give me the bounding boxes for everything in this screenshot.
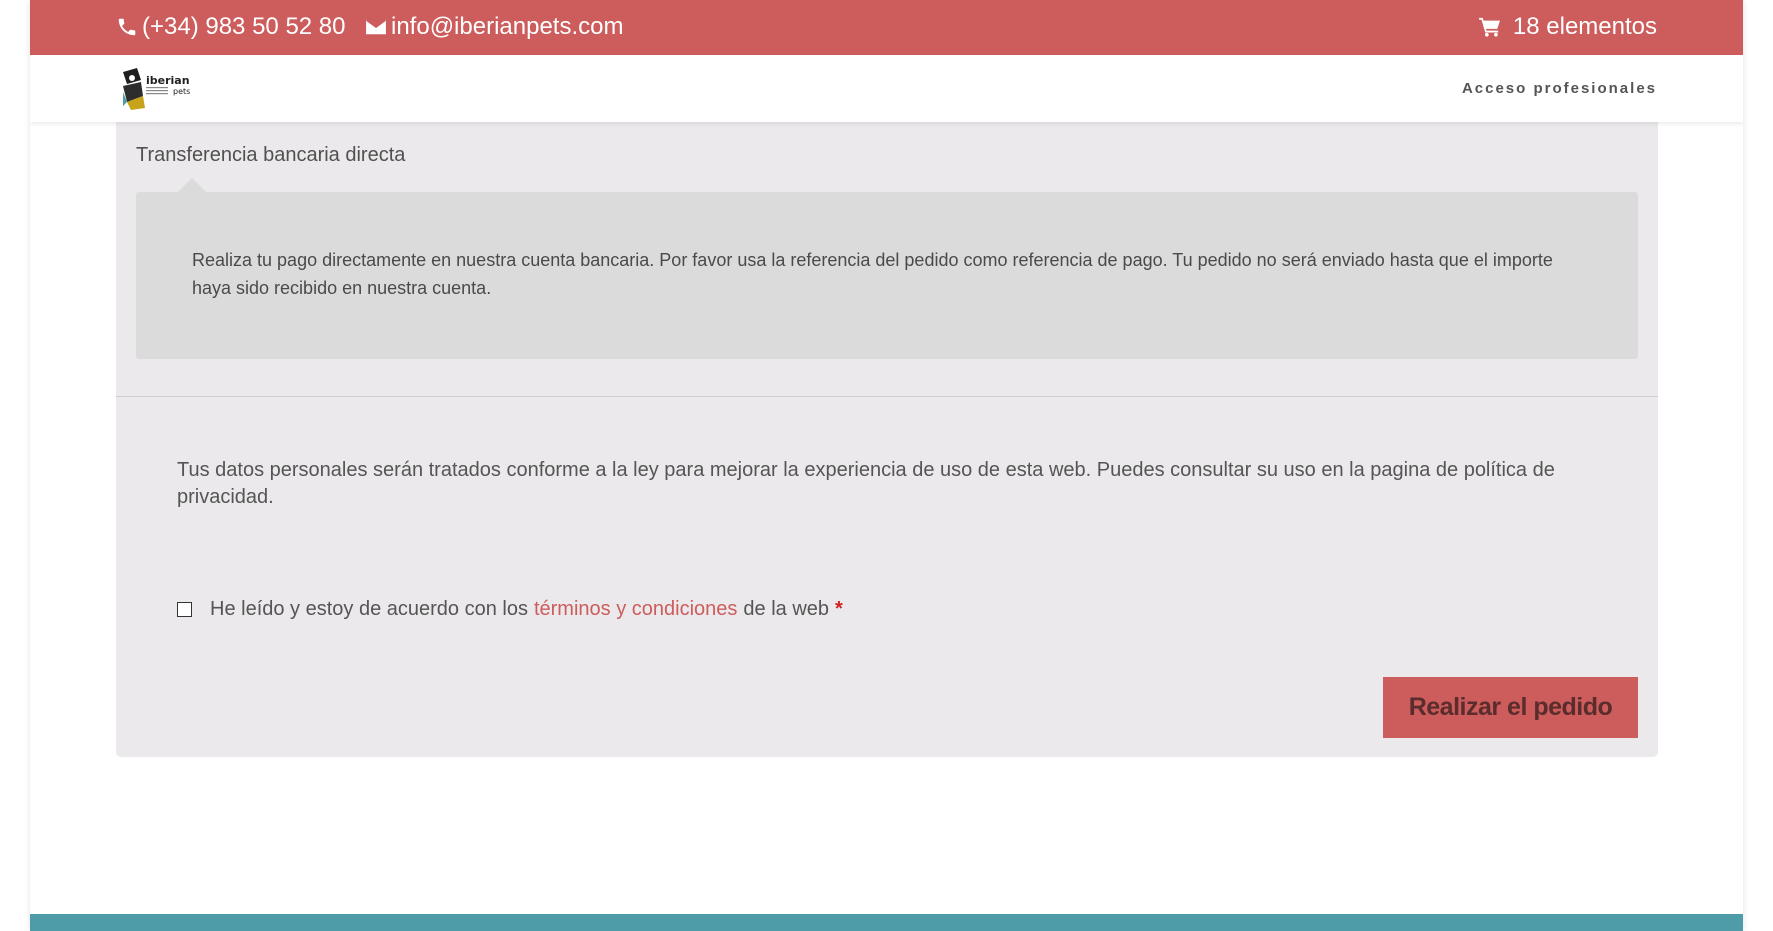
phone-contact[interactable]: (+34) 983 50 52 80 [116,13,346,41]
logo-text: iberian [146,74,190,87]
phone-number: (+34) 983 50 52 80 [142,13,346,40]
required-marker: * [835,598,843,620]
terms-checkbox[interactable] [177,602,192,617]
divider [116,396,1658,397]
cart-link[interactable]: 18 elementos [1478,13,1657,41]
email-contact[interactable]: info@iberianpets.com [365,13,623,41]
email-address: info@iberianpets.com [391,13,624,40]
payment-method-label[interactable]: Transferencia bancaria directa [136,144,405,167]
checkout-payment-panel: Transferencia bancaria directa Realiza t… [116,110,1658,757]
cart-count: 18 elementos [1512,13,1657,40]
cart-icon [1478,17,1513,37]
terms-row: He leído y estoy de acuerdo con los térm… [177,598,843,621]
footer-strip [30,914,1743,931]
terms-suffix: de la web [743,598,830,620]
page-frame: (+34) 983 50 52 80 info@iberianpets.com … [30,0,1743,931]
terms-prefix: He leído y estoy de acuerdo con los [210,598,528,620]
terms-link[interactable]: términos y condiciones [534,598,737,621]
payment-description-box: Realiza tu pago directamente en nuestra … [136,178,1638,359]
logo-subtext: pets [173,87,190,96]
phone-icon [116,16,142,38]
place-order-button[interactable]: Realizar el pedido [1383,677,1638,738]
top-bar: (+34) 983 50 52 80 info@iberianpets.com … [30,0,1743,55]
iberianpets-logo[interactable]: iberian pets [121,66,193,110]
nav-professional-access[interactable]: Acceso profesionales [1462,80,1657,97]
site-header: iberian pets Acceso profesionales [30,55,1743,122]
payment-description: Realiza tu pago directamente en nuestra … [192,250,1553,298]
privacy-notice: Tus datos personales serán tratados conf… [177,459,1555,508]
envelope-icon [365,18,391,36]
